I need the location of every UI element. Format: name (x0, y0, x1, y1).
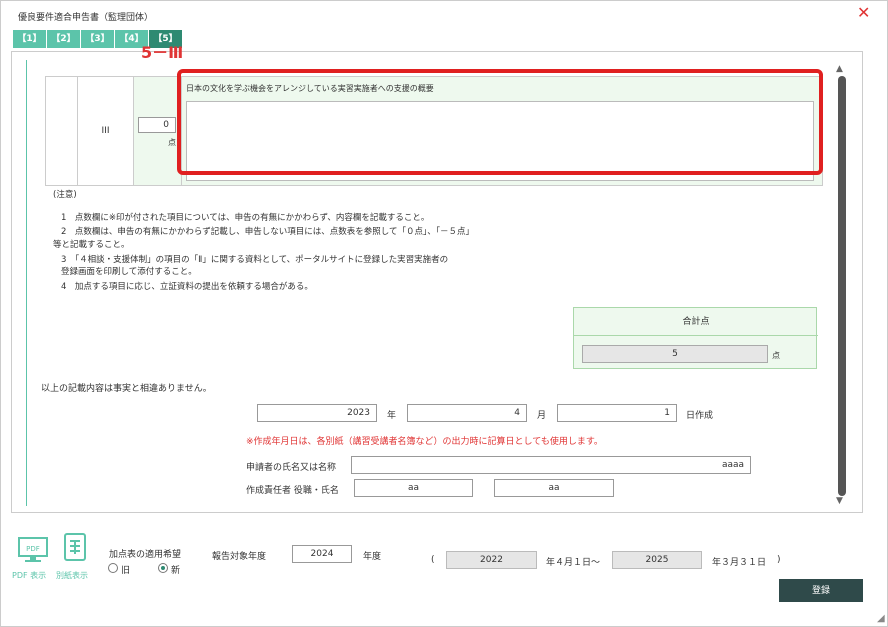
scroll-down-icon[interactable]: ▼ (836, 496, 843, 506)
day-label: 日作成 (686, 411, 714, 421)
date-note: ※作成年月日は、各別紙（講習受講者名簿など）の出力時に記算日としても使用します。 (246, 437, 603, 447)
month-input[interactable]: 4 (407, 404, 527, 422)
month-label: 月 (537, 411, 547, 421)
applicant-label: 申請者の氏名又は名称 (246, 463, 337, 473)
creator-name-input[interactable]: aa (494, 479, 614, 497)
scroll-thumb[interactable] (838, 76, 846, 496)
open-paren: ( (431, 555, 435, 565)
pdf-label[interactable]: PDF 表示 (12, 570, 46, 581)
declaration: 以上の記載内容は事実と相違ありません。 (41, 384, 212, 394)
notes-heading: (注意) (53, 190, 77, 200)
scroll-up-icon[interactable]: ▲ (836, 64, 843, 74)
total-box: 合計点 5 点 (573, 307, 818, 369)
period-end-label: 年３月３１日 (712, 558, 767, 568)
note-3: 3 「４相談・支援体制」の項目の「Ⅱ」に関する資料として、ポータルサイトに登録し… (61, 254, 449, 265)
radio-new[interactable] (158, 563, 168, 573)
report-year-unit: 年度 (363, 552, 382, 562)
period-start: 2022 (446, 551, 537, 569)
window-title: 優良要件適合申告書（監理団体） (18, 13, 154, 23)
tab-2[interactable]: 【2】 (47, 30, 80, 48)
score-cell: 0 点 (134, 77, 182, 185)
tab-3[interactable]: 【3】 (81, 30, 114, 48)
section-annotation: 5－Ⅲ (141, 43, 184, 62)
scrollbar[interactable]: ▲ ▼ (836, 64, 846, 508)
radio-old-label: 旧 (121, 566, 131, 576)
period-start-label: 年４月１日～ (546, 558, 601, 568)
note-4: 4 加点する項目に応じ、立証資料の提出を依頼する場合がある。 (61, 281, 313, 292)
row-label: III (78, 77, 134, 185)
report-year-input[interactable]: 2024 (292, 545, 352, 563)
pdf-icon[interactable]: PDF (17, 535, 49, 567)
note-1: 1 点数欄に※印が付された項目については、申告の有無にかかわらず、内容欄を記載す… (61, 212, 430, 223)
applicant-input[interactable]: aaaa (351, 456, 751, 474)
register-button[interactable]: 登録 (779, 579, 863, 602)
highlight-frame (177, 69, 823, 175)
pdf-icon-text: PDF (26, 545, 40, 553)
resize-grip-icon[interactable]: ◢ (877, 613, 885, 624)
total-label: 合計点 (574, 308, 818, 336)
row-blank-cell (46, 77, 78, 185)
note-2: 2 点数欄は、申告の有無にかかわらず記載し、申告しない項目には、点数表を参照して… (61, 227, 474, 238)
sheet-label[interactable]: 別紙表示 (56, 570, 88, 581)
year-label: 年 (387, 411, 397, 421)
notes: (注意) 1 点数欄に※印が付された項目については、申告の有無にかかわらず、内容… (53, 190, 474, 296)
dialog-window: 優良要件適合申告書（監理団体） ✕ 【1】 【2】 【3】 【4】 【5】 II… (0, 0, 888, 627)
creator-title-input[interactable]: aa (354, 479, 473, 497)
day-input[interactable]: 1 (557, 404, 677, 422)
sheet-icon[interactable] (61, 532, 93, 564)
close-icon[interactable]: ✕ (857, 3, 870, 22)
scoring-label: 加点表の適用希望 (109, 550, 182, 560)
total-value: 5 (582, 345, 768, 363)
radio-new-label: 新 (171, 566, 181, 576)
close-paren: ) (777, 555, 781, 565)
report-year-label: 報告対象年度 (212, 552, 267, 562)
note-3b: 登録画面を印刷して添付すること。 (61, 267, 197, 278)
creator-label: 作成責任者 役職・氏名 (246, 486, 339, 496)
tab-1[interactable]: 【1】 (13, 30, 46, 48)
score-unit: 点 (168, 138, 176, 147)
note-2b: 等と記載すること。 (53, 239, 130, 250)
score-input[interactable]: 0 (138, 117, 176, 133)
period-end: 2025 (612, 551, 702, 569)
radio-old[interactable] (108, 563, 118, 573)
year-input[interactable]: 2023 (257, 404, 377, 422)
total-unit: 点 (772, 351, 780, 360)
